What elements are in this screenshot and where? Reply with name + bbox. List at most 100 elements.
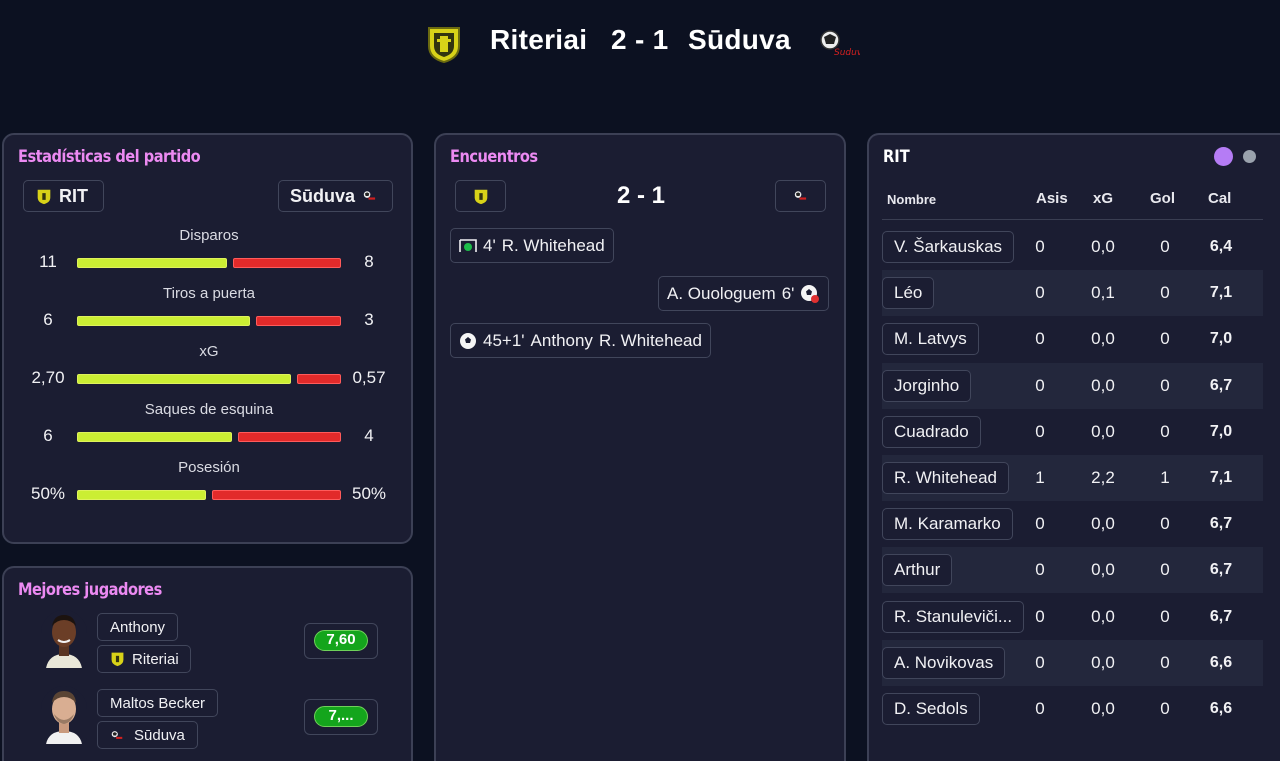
player-name-chip[interactable]: M. Latvys: [882, 323, 979, 356]
table-row[interactable]: Cuadrado 0 0,0 0 7,0: [882, 409, 1263, 455]
riteriai-crest-icon: [37, 189, 51, 204]
event-minute: 4': [483, 235, 496, 255]
cell-xg: 0,0: [1091, 237, 1115, 256]
player-name-chip[interactable]: R. Stanuleviči...: [882, 600, 1025, 633]
stat-home-bar: [77, 374, 291, 384]
event-assist: R. Whitehead: [598, 330, 702, 350]
cell-rating: 6,6: [1209, 653, 1233, 671]
cell-assists: 0: [1035, 606, 1045, 626]
header-divider: [882, 219, 1263, 220]
best-player-team-chip[interactable]: Riteriai: [97, 645, 191, 673]
cell-goals: 0: [1160, 237, 1170, 256]
cell-goals: 0: [1160, 652, 1170, 672]
col-header-xg[interactable]: xG: [1093, 190, 1113, 207]
cell-assists: 0: [1035, 329, 1045, 349]
stat-home-bar: [77, 490, 206, 500]
best-players-panel: Mejores jugadores Anthony Riteriai 7,60: [2, 566, 413, 761]
cell-rating: 6,6: [1209, 700, 1233, 717]
match-stats-panel: Estadísticas del partido RIT Sūduva Disp…: [2, 133, 413, 544]
best-player-team-chip[interactable]: Sūduva: [97, 721, 198, 749]
stat-away-value: 0,57: [352, 368, 386, 387]
player-name-chip[interactable]: Léo: [882, 277, 935, 310]
stat-home-value: 6: [43, 426, 53, 445]
col-header-assists[interactable]: Asis: [1036, 190, 1068, 207]
event-minute: 6': [781, 283, 795, 303]
stat-home-bar: [77, 316, 250, 326]
suduva-crest-icon: Suduva: [816, 28, 868, 65]
col-header-goals[interactable]: Gol: [1150, 190, 1175, 207]
player-name-chip[interactable]: Jorginho: [882, 369, 972, 402]
table-row[interactable]: R. Whitehead 1 2,2 1 7,1: [882, 455, 1263, 501]
player-name-chip[interactable]: A. Novikovas: [882, 646, 1006, 679]
home-team-chip[interactable]: RIT: [23, 180, 104, 212]
stat-home-value: 50%: [30, 484, 66, 503]
table-row[interactable]: D. Sedols 0 0,0 0 6,6: [882, 686, 1263, 732]
cell-goals: 0: [1160, 329, 1170, 349]
table-row[interactable]: V. Šarkauskas 0 0,0 0 6,4: [882, 224, 1263, 270]
cell-goals: 0: [1160, 375, 1170, 395]
match-header: Riteriai 2 - 1 Sūduva Suduva: [0, 0, 1280, 90]
best-player-name-chip[interactable]: Maltos Becker: [97, 689, 219, 717]
player-name-chip[interactable]: Cuadrado: [882, 415, 981, 448]
cell-xg: 0,0: [1091, 375, 1115, 395]
cell-goals: 0: [1160, 606, 1170, 626]
best-player-team: Riteriai: [132, 650, 179, 668]
rating-badge: 7,...: [314, 706, 368, 727]
best-player-name: Anthony: [110, 618, 166, 636]
goal-ball-icon: [460, 332, 476, 349]
cell-rating: 7,0: [1209, 330, 1233, 348]
table-row[interactable]: Léo 0 0,1 0 7,1: [882, 270, 1263, 317]
cell-xg: 0,1: [1091, 283, 1115, 303]
table-row[interactable]: M. Latvys 0 0,0 0 7,0: [882, 316, 1263, 362]
cell-goals: 0: [1160, 699, 1170, 718]
event-goal[interactable]: 45+1' Anthony R. Whitehead: [450, 323, 711, 358]
rating-badge: 7,60: [314, 630, 368, 651]
away-team-chip[interactable]: [775, 180, 826, 212]
best-player-name-chip[interactable]: Anthony: [97, 613, 179, 641]
cell-xg: 0,0: [1091, 606, 1115, 626]
col-header-name[interactable]: Nombre: [887, 192, 936, 207]
table-row[interactable]: M. Karamarko 0 0,0 0 6,7: [882, 501, 1263, 547]
player-name-chip[interactable]: D. Sedols: [882, 693, 980, 725]
cell-rating: 7,1: [1209, 469, 1233, 486]
team-toggle-inactive[interactable]: [1243, 150, 1256, 163]
match-score: 2 - 1: [611, 24, 669, 55]
team-toggle-active[interactable]: [1214, 147, 1233, 166]
svg-text:Suduva: Suduva: [834, 48, 860, 58]
stat-away-value: 50%: [351, 484, 387, 503]
cell-assists: 0: [1035, 514, 1045, 534]
table-row[interactable]: A. Novikovas 0 0,0 0 6,6: [882, 639, 1263, 686]
stat-home-bar: [77, 258, 227, 268]
col-header-rating[interactable]: Cal: [1208, 190, 1231, 207]
player-name-chip[interactable]: R. Whitehead: [882, 462, 1009, 494]
cell-assists: 0: [1035, 560, 1045, 580]
stat-away-value: 8: [364, 252, 374, 271]
cell-rating: 6,7: [1209, 607, 1233, 625]
stat-home-value: 11: [39, 252, 57, 271]
away-team-name: Sūduva: [688, 24, 791, 55]
suduva-crest-icon: [794, 191, 806, 200]
table-row[interactable]: Arthur 0 0,0 0 6,7: [882, 547, 1263, 594]
stat-away-value: 4: [364, 426, 374, 445]
table-row[interactable]: Jorginho 0 0,0 0 6,7: [882, 362, 1263, 409]
cell-xg: 0,0: [1091, 514, 1115, 534]
best-player-name: Maltos Becker: [110, 694, 206, 712]
table-row[interactable]: R. Stanuleviči... 0 0,0 0 6,7: [882, 594, 1263, 640]
cell-xg: 0,0: [1091, 652, 1115, 672]
player-name-chip[interactable]: M. Karamarko: [882, 508, 1013, 541]
event-goal[interactable]: A. Ouologuem 6': [658, 276, 830, 311]
player-name-chip[interactable]: V. Šarkauskas: [882, 231, 1015, 263]
event-minute: 45+1': [483, 330, 525, 350]
away-team-chip[interactable]: Sūduva: [278, 180, 393, 212]
stat-away-bar: [256, 316, 341, 326]
cell-rating: 6,4: [1209, 238, 1233, 255]
cell-goals: 1: [1160, 468, 1170, 487]
suduva-crest-icon: [363, 191, 376, 200]
event-own-goal[interactable]: 4' R. Whitehead: [450, 228, 614, 263]
players-team-abbr: RIT: [883, 147, 910, 167]
cell-assists: 0: [1035, 375, 1045, 395]
player-name-chip[interactable]: Arthur: [882, 554, 953, 587]
away-team-name: Sūduva: [290, 185, 356, 206]
cell-rating: 7,0: [1209, 422, 1233, 440]
riteriai-crest-icon: [425, 24, 463, 69]
